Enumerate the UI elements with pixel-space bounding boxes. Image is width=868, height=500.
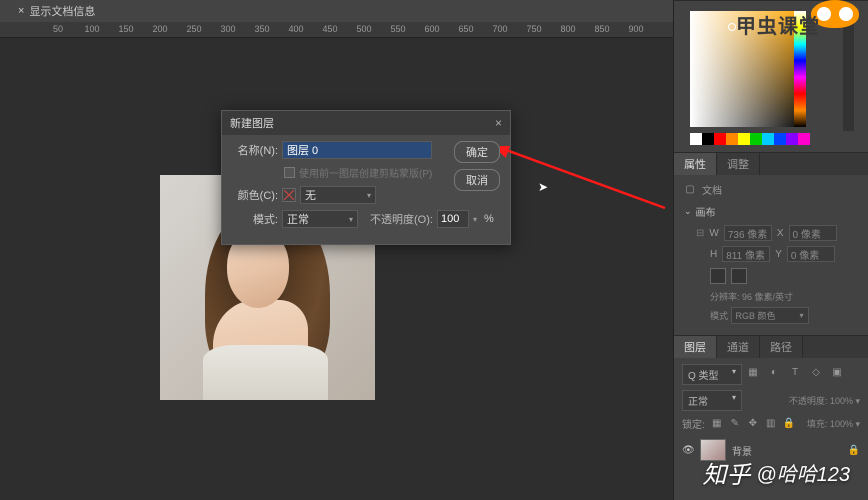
tab-properties[interactable]: 属性: [674, 153, 717, 175]
dialog-titlebar[interactable]: 新建图层 ×: [222, 111, 510, 135]
filter-shape-icon[interactable]: ◇: [810, 366, 822, 378]
layers-panel: 图层 通道 路径 Q 类型▾ ▦ ◐ T ◇ ▣ 正常▾ 不透明度: 100% …: [674, 335, 868, 470]
opacity-label: 不透明度(O):: [370, 211, 433, 227]
orient-landscape-icon[interactable]: [731, 268, 747, 284]
zhihu-user: @哈哈123: [756, 458, 850, 487]
cursor-icon: ➤: [538, 180, 548, 194]
color-mode-dropdown[interactable]: RGB 颜色▾: [731, 307, 809, 324]
clip-mask-label: 使用前一图层创建剪贴蒙版(P): [299, 165, 432, 180]
filter-smart-icon[interactable]: ▣: [831, 366, 843, 378]
brand-text: 甲虫课堂: [736, 10, 820, 39]
x-field[interactable]: 0 像素: [789, 225, 837, 241]
height-field[interactable]: 811 像素: [722, 246, 770, 262]
zhihu-logo: 知乎: [702, 455, 750, 490]
tab-paths[interactable]: 路径: [760, 336, 803, 358]
zhihu-watermark: 知乎 @哈哈123: [702, 455, 850, 490]
opacity-dropdown-icon[interactable]: ▾: [473, 215, 477, 224]
layer-kind-dropdown[interactable]: Q 类型▾: [682, 364, 742, 385]
no-color-icon: [282, 188, 296, 202]
name-label: 名称(N):: [232, 142, 278, 158]
filter-type-icon[interactable]: T: [789, 366, 801, 378]
dialog-close-icon[interactable]: ×: [495, 116, 502, 130]
mode-label: 模式:: [232, 211, 278, 227]
chevron-down-icon[interactable]: ⌄: [684, 206, 692, 217]
filter-adjust-icon[interactable]: ◐: [768, 366, 780, 378]
layer-name-input[interactable]: [282, 141, 432, 159]
recent-swatches[interactable]: [690, 133, 858, 145]
canvas-area[interactable]: [0, 38, 673, 500]
width-field[interactable]: 736 像素: [724, 225, 772, 241]
tab-adjustments[interactable]: 调整: [717, 153, 760, 175]
lock-trans-icon[interactable]: ▦: [711, 418, 723, 430]
doc-icon: ▢: [684, 184, 696, 196]
resolution-label: 分辨率: 96 像素/英寸: [684, 290, 858, 303]
properties-panel: 属性 调整 ▢文档 ⌄画布 ⊟ W736 像素 X0 像素 H811 像素 Y0…: [674, 152, 868, 335]
tab-layers[interactable]: 图层: [674, 336, 717, 358]
close-icon[interactable]: ×: [18, 5, 24, 17]
percent-label: %: [484, 213, 494, 225]
filter-pixel-icon[interactable]: ▦: [747, 366, 759, 378]
clip-mask-checkbox: [284, 167, 295, 178]
color-dropdown[interactable]: 无▾: [300, 186, 376, 204]
color-picker-cursor: [728, 23, 736, 31]
lock-all-icon[interactable]: 🔒: [783, 418, 795, 430]
cancel-button[interactable]: 取消: [454, 169, 500, 191]
app-title: 显示文档信息: [29, 3, 95, 19]
lock-paint-icon[interactable]: ✎: [729, 418, 741, 430]
dialog-title: 新建图层: [230, 115, 274, 131]
new-layer-dialog: 新建图层 × 确定 取消 名称(N): 使用前一图层创建剪贴蒙版(P) 颜色(C…: [221, 110, 511, 245]
mode-dropdown[interactable]: 正常▾: [282, 210, 358, 228]
lock-nest-icon[interactable]: ▥: [765, 418, 777, 430]
lock-pos-icon[interactable]: ✥: [747, 418, 759, 430]
orient-portrait-icon[interactable]: [710, 268, 726, 284]
y-field[interactable]: 0 像素: [787, 246, 835, 262]
opacity-input[interactable]: [437, 210, 469, 228]
visibility-icon[interactable]: 👁: [682, 445, 694, 456]
ok-button[interactable]: 确定: [454, 141, 500, 163]
blend-mode-dropdown[interactable]: 正常▾: [682, 390, 742, 411]
canvas-section-label: 画布: [696, 204, 716, 219]
doc-label: 文档: [702, 182, 722, 197]
right-panel-dock: 属性 调整 ▢文档 ⌄画布 ⊟ W736 像素 X0 像素 H811 像素 Y0…: [673, 0, 868, 500]
color-label: 颜色(C):: [232, 187, 278, 203]
tab-channels[interactable]: 通道: [717, 336, 760, 358]
